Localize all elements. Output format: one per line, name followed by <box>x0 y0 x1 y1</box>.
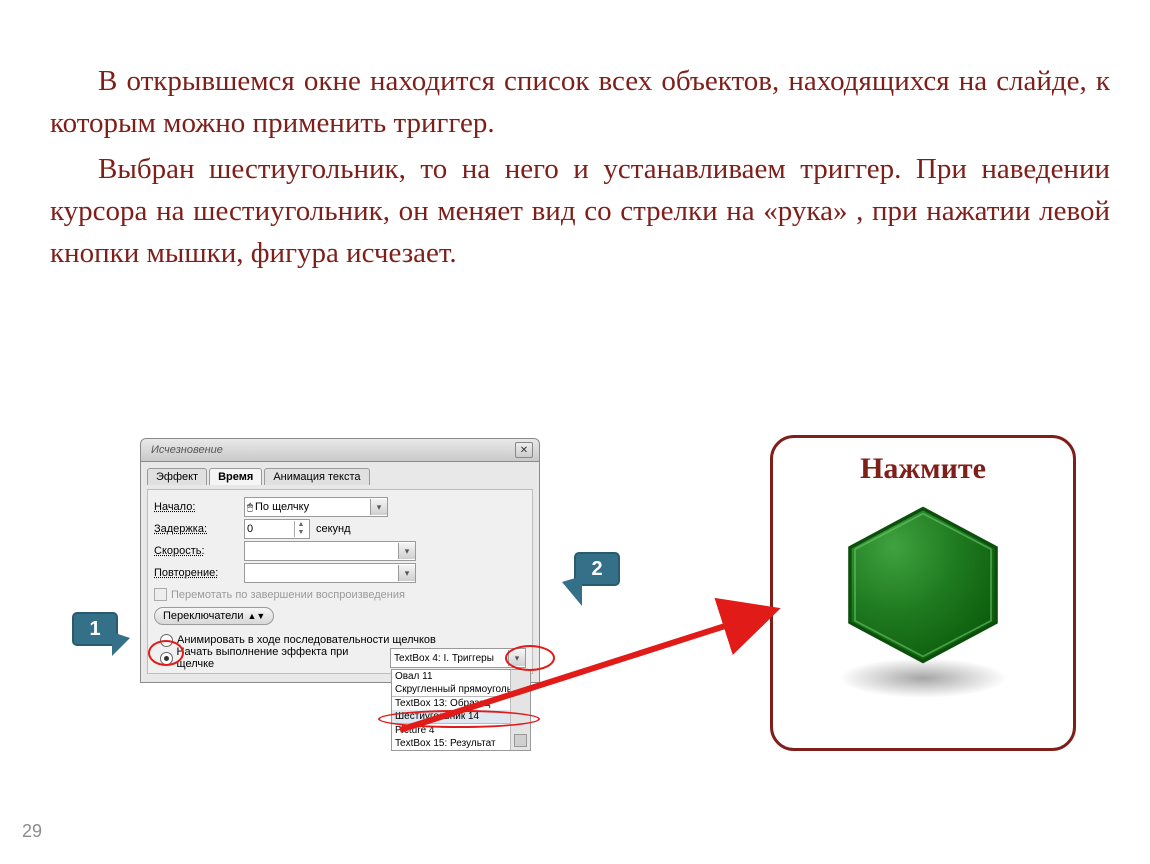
delay-spinbox[interactable]: 0 ▲▼ <box>244 519 310 539</box>
radio-on-click[interactable] <box>160 652 173 665</box>
label-delay-unit: секунд <box>316 523 351 535</box>
chevron-down-icon[interactable]: ▾ <box>508 650 525 666</box>
radio-sequence[interactable] <box>160 634 173 647</box>
trigger-object-dropdown: Овал 11 Скругленный прямоуголь TextBox 1… <box>391 669 531 751</box>
trigger-object-select[interactable]: TextBox 4: I. Триггеры ▾ Овал 11 Скругле… <box>390 648 526 668</box>
close-icon[interactable]: ✕ <box>515 442 533 458</box>
dialog-title-bar[interactable]: Исчезновение ✕ <box>140 438 540 462</box>
label-speed: Скорость: <box>154 545 244 557</box>
instruction-text: В открывшемся окне находится список всех… <box>50 60 1110 278</box>
repeat-combobox[interactable]: ▾ <box>244 563 416 583</box>
hexagon-shadow <box>838 658 1008 698</box>
click-panel: Нажмите <box>770 435 1076 751</box>
scrollbar[interactable] <box>510 670 530 750</box>
page-number: 29 <box>22 821 42 842</box>
chevron-down-icon[interactable]: ▾ <box>370 499 387 515</box>
effect-dialog: Исчезновение ✕ Эффект Время Анимация тек… <box>140 438 540 683</box>
callout-2: 2 <box>574 552 620 586</box>
tab-time[interactable]: Время <box>209 468 262 485</box>
checkbox-rewind[interactable] <box>154 588 167 601</box>
label-radio2: Начать выполнение эффекта при щелчке <box>177 646 380 670</box>
label-rewind: Перемотать по завершении воспроизведения <box>171 589 405 601</box>
chevron-down-icon[interactable]: ▾ <box>398 565 415 581</box>
label-repeat: Повторение: <box>154 567 244 579</box>
tabs-row: Эффект Время Анимация текста <box>147 468 533 485</box>
label-radio1: Анимировать в ходе последовательности ще… <box>177 634 436 646</box>
label-delay: Задержка: <box>154 523 244 535</box>
switches-button[interactable]: Переключатели ▲▼ <box>154 607 274 625</box>
speed-combobox[interactable]: ▾ <box>244 541 416 561</box>
updown-icon: ▲▼ <box>247 611 265 621</box>
start-combobox[interactable]: 🖱 По щелчку ▾ <box>244 497 388 517</box>
paragraph-1: В открывшемся окне находится список всех… <box>50 60 1110 144</box>
click-title: Нажмите <box>773 452 1073 486</box>
chevron-down-icon[interactable]: ▾ <box>398 543 415 559</box>
hexagon-shape[interactable] <box>838 500 1008 670</box>
mouse-icon: 🖱 <box>247 502 253 513</box>
callout-1: 1 <box>72 612 118 646</box>
dialog-title: Исчезновение <box>151 444 223 456</box>
paragraph-2: Выбран шестиугольник, то на него и устан… <box>50 148 1110 274</box>
label-start: Начало: <box>154 501 244 513</box>
tab-animation-text[interactable]: Анимация текста <box>264 468 369 485</box>
spinner-icon[interactable]: ▲▼ <box>294 521 307 537</box>
tab-effect[interactable]: Эффект <box>147 468 207 485</box>
